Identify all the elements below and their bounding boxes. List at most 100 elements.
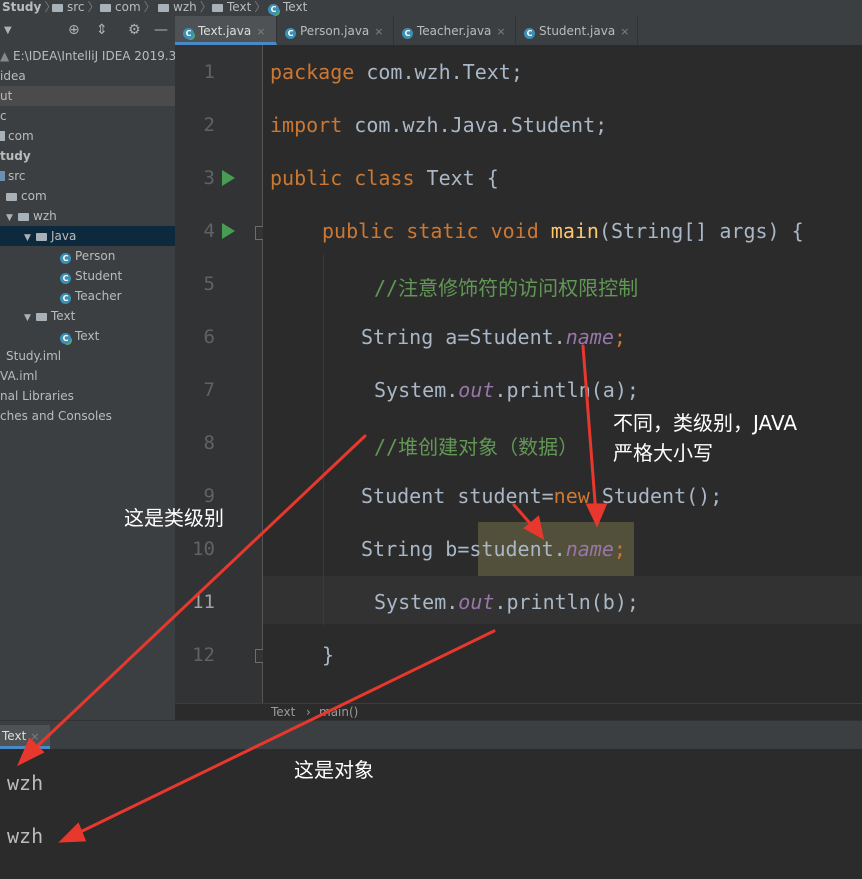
code-line-8: //堆创建对象（数据）	[374, 435, 579, 459]
tree-item[interactable]: VA.iml	[0, 366, 175, 386]
class-icon: C	[524, 28, 535, 39]
tree-item[interactable]: c	[0, 106, 175, 126]
close-icon[interactable]: ×	[30, 730, 39, 743]
annotation-class-level: 这是类级别	[124, 506, 224, 530]
folder-icon	[100, 4, 111, 12]
tree-item[interactable]: tudy	[0, 146, 175, 166]
line-number: 8	[203, 432, 215, 454]
editor-gutter: 1 2 3 4 5 6 7 8 9 10 11 12	[175, 45, 267, 703]
breadcrumb-method[interactable]: main()	[319, 704, 358, 720]
tree-item[interactable]: ▲ E:\IDEA\IntelliJ IDEA 2019.3.2	[0, 46, 175, 66]
tree-item[interactable]: C Text	[0, 326, 175, 346]
code-line-7: System.out.println(a);	[374, 378, 639, 402]
expand-arrow-icon[interactable]: ▼	[6, 208, 18, 226]
line-number: 1	[203, 61, 215, 83]
class-icon: C	[268, 4, 279, 15]
editor-tabs: C Text.java × C Person.java × C Teacher.java ×…	[175, 16, 862, 46]
code-line-3: public class Text {	[270, 166, 499, 190]
folder-icon	[212, 4, 223, 12]
nav-project[interactable]: Study 〉	[2, 0, 56, 14]
indent-guide	[323, 255, 324, 625]
project-tree: ▲ E:\IDEA\IntelliJ IDEA 2019.3.2 idea ut…	[0, 46, 175, 720]
nav-crumb-src[interactable]: src 〉	[52, 0, 100, 14]
editor-breadcrumb: Text › main()	[175, 703, 862, 721]
code-line-12: }	[322, 643, 335, 667]
line-number: 5	[203, 273, 215, 295]
gear-icon[interactable]: ⚙	[128, 22, 141, 38]
folder-icon	[52, 4, 63, 12]
tree-item[interactable]: com	[0, 186, 175, 206]
annotation-case-note: 不同，类级别，JAVA 严格大小写	[613, 411, 798, 465]
close-icon[interactable]: ×	[620, 25, 629, 38]
code-editor[interactable]: package com.wzh.Text; import com.wzh.Jav…	[263, 45, 862, 703]
line-number: 2	[203, 114, 215, 136]
close-icon[interactable]: ×	[256, 25, 265, 38]
tree-item[interactable]: C Person	[0, 246, 175, 266]
line-number: 4	[203, 220, 215, 242]
breadcrumb-class[interactable]: Text	[271, 704, 295, 720]
tab-teacher-java[interactable]: C Teacher.java ×	[394, 16, 516, 45]
folder-icon	[158, 4, 169, 12]
nav-crumb-com[interactable]: com 〉	[100, 0, 156, 14]
close-icon[interactable]: ×	[374, 25, 383, 38]
class-icon: C	[183, 28, 194, 39]
tree-item[interactable]: nal Libraries	[0, 386, 175, 406]
tab-text-java[interactable]: C Text.java ×	[175, 16, 277, 45]
tree-item[interactable]: Study.iml	[0, 346, 175, 366]
code-line-10: String b=student.name;	[361, 537, 626, 561]
tree-item[interactable]: com	[0, 126, 175, 146]
close-icon[interactable]: ×	[496, 25, 505, 38]
folder-icon	[6, 193, 17, 201]
tree-item[interactable]: ut	[0, 86, 175, 106]
line-number: 7	[203, 379, 215, 401]
tree-item[interactable]: ▼ Text	[0, 306, 175, 326]
code-line-11: System.out.println(b);	[374, 590, 639, 614]
tree-item[interactable]: src	[0, 166, 175, 186]
tree-item[interactable]: ▼ wzh	[0, 206, 175, 226]
annotation-object: 这是对象	[294, 758, 374, 782]
code-line-1: package com.wzh.Text;	[270, 60, 523, 84]
nav-crumb-text[interactable]: Text 〉	[212, 0, 266, 14]
class-icon: C	[60, 293, 71, 304]
line-number: 3	[203, 167, 215, 189]
class-icon: C	[402, 28, 413, 39]
nav-crumb-wzh[interactable]: wzh 〉	[158, 0, 212, 14]
code-line-5: //注意修饰符的访问权限控制	[374, 276, 639, 300]
code-line-6: String a=Student.name;	[361, 325, 626, 349]
run-console[interactable]: wzh wzh	[0, 749, 862, 879]
run-panel-header	[0, 720, 862, 750]
tree-item-selected[interactable]: ▼ Java	[0, 226, 175, 246]
line-number: 12	[192, 644, 215, 666]
expand-arrow-icon[interactable]: ▼	[24, 308, 36, 326]
minimize-icon[interactable]: —	[154, 22, 168, 38]
breadcrumb-separator: ›	[306, 705, 311, 719]
line-number: 6	[203, 326, 215, 348]
collapse-icon[interactable]: ⇕	[96, 22, 108, 38]
code-line-9: Student student=new Student();	[361, 484, 723, 508]
console-output-line: wzh	[7, 824, 44, 848]
class-icon: C	[60, 253, 71, 264]
class-icon: C	[60, 333, 71, 344]
tab-student-java[interactable]: C Student.java ×	[516, 16, 638, 45]
run-class-icon[interactable]	[222, 170, 235, 186]
project-toolbar: ▼ ⊕ ⇕ ⚙ —	[0, 16, 175, 47]
class-icon: C	[60, 273, 71, 284]
line-number: 10	[192, 538, 215, 560]
tree-item[interactable]: C Student	[0, 266, 175, 286]
tree-item[interactable]: ches and Consoles	[0, 406, 175, 426]
code-line-4: public static void main(String[] args) {	[322, 219, 804, 243]
dropdown-arrow-icon[interactable]: ▼	[4, 25, 12, 36]
tree-item[interactable]: C Teacher	[0, 286, 175, 306]
nav-current-file[interactable]: C Text	[268, 0, 307, 15]
console-output-line: wzh	[7, 771, 44, 795]
tree-item[interactable]: idea	[0, 66, 175, 86]
locate-icon[interactable]: ⊕	[68, 22, 80, 38]
expand-arrow-icon[interactable]: ▼	[24, 228, 36, 246]
code-line-2: import com.wzh.Java.Student;	[270, 113, 608, 137]
line-number-current: 11	[192, 591, 215, 613]
run-main-icon[interactable]	[222, 223, 235, 239]
tab-person-java[interactable]: C Person.java ×	[277, 16, 394, 45]
navigation-bar: Study 〉 src 〉 com 〉 wzh 〉 Text 〉 C Text	[0, 0, 862, 16]
run-tab-text[interactable]: Text ×	[0, 725, 50, 749]
class-icon: C	[285, 28, 296, 39]
